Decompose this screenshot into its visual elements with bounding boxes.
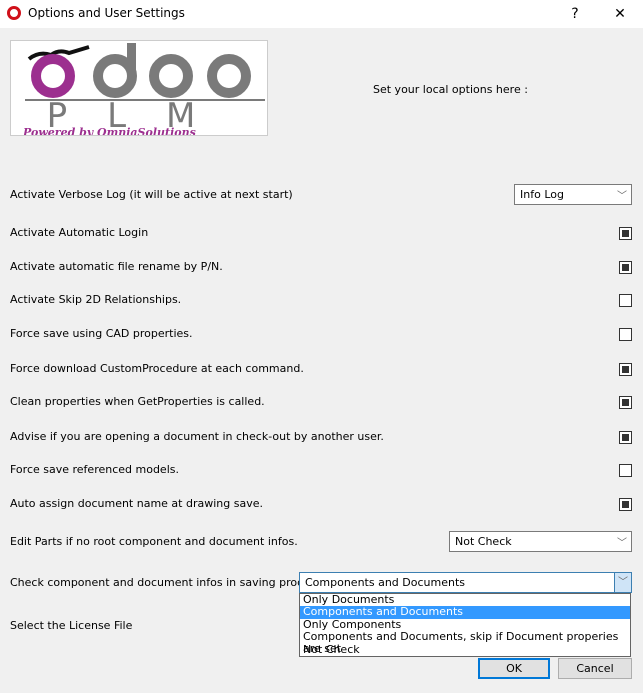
close-button[interactable]: ✕ [605, 3, 635, 25]
check-infos-select[interactable]: Components and Documents ﹀ [299, 572, 632, 593]
checkbox[interactable] [619, 227, 632, 240]
chevron-down-icon[interactable]: ﹀ [614, 573, 631, 592]
verbose-log-label: Activate Verbose Log (it will be active … [10, 188, 293, 201]
checkbox-label: Activate Skip 2D Relationships. [10, 293, 182, 306]
checkbox[interactable] [619, 261, 632, 274]
verbose-log-value: Info Log [520, 188, 564, 201]
checkbox[interactable] [619, 498, 632, 511]
chevron-down-icon: ﹀ [617, 191, 627, 202]
chevron-down-icon: ﹀ [617, 538, 627, 549]
checkbox-label: Force save using CAD properties. [10, 327, 193, 340]
svg-text:Powered by OmniaSolutions: Powered by OmniaSolutions [22, 126, 196, 136]
help-button[interactable]: ? [560, 3, 590, 25]
title-bar: Options and User Settings ? ✕ [0, 0, 643, 28]
check-infos-label: Check component and document infos in sa… [10, 576, 339, 589]
dropdown-option[interactable]: Components and Documents [300, 606, 630, 619]
checkbox-label: Auto assign document name at drawing sav… [10, 497, 263, 510]
intro-text: Set your local options here : [373, 83, 528, 96]
odoo-plm-logo: PLM Powered by OmniaSolutions [10, 40, 268, 136]
check-infos-dropdown-list: Only Documents Components and Documents On… [299, 593, 631, 657]
checkbox[interactable] [619, 396, 632, 409]
check-infos-value: Components and Documents [305, 576, 465, 589]
checkbox[interactable] [619, 328, 632, 341]
checkbox-label: Advise if you are opening a document in … [10, 430, 384, 443]
verbose-log-select[interactable]: Info Log ﹀ [514, 184, 632, 205]
cancel-button[interactable]: Cancel [558, 658, 632, 679]
window-title: Options and User Settings [28, 6, 185, 20]
checkbox-label: Force download CustomProcedure at each c… [10, 362, 304, 375]
edit-parts-select[interactable]: Not Check ﹀ [449, 531, 632, 552]
license-label: Select the License File [10, 619, 133, 632]
dropdown-option[interactable]: Not Check [300, 643, 630, 656]
checkbox-label: Clean properties when GetProperties is c… [10, 395, 265, 408]
edit-parts-value: Not Check [455, 535, 512, 548]
checkbox-label: Activate automatic file rename by P/N. [10, 260, 223, 273]
checkbox[interactable] [619, 464, 632, 477]
dropdown-option[interactable]: Components and Documents, skip if Docume… [300, 630, 630, 654]
checkbox-label: Force save referenced models. [10, 463, 179, 476]
app-icon [7, 6, 21, 20]
checkbox[interactable] [619, 294, 632, 307]
checkbox-label: Activate Automatic Login [10, 226, 149, 239]
checkbox[interactable] [619, 431, 632, 444]
ok-button[interactable]: OK [478, 658, 550, 679]
edit-parts-label: Edit Parts if no root component and docu… [10, 535, 298, 548]
checkbox[interactable] [619, 363, 632, 376]
